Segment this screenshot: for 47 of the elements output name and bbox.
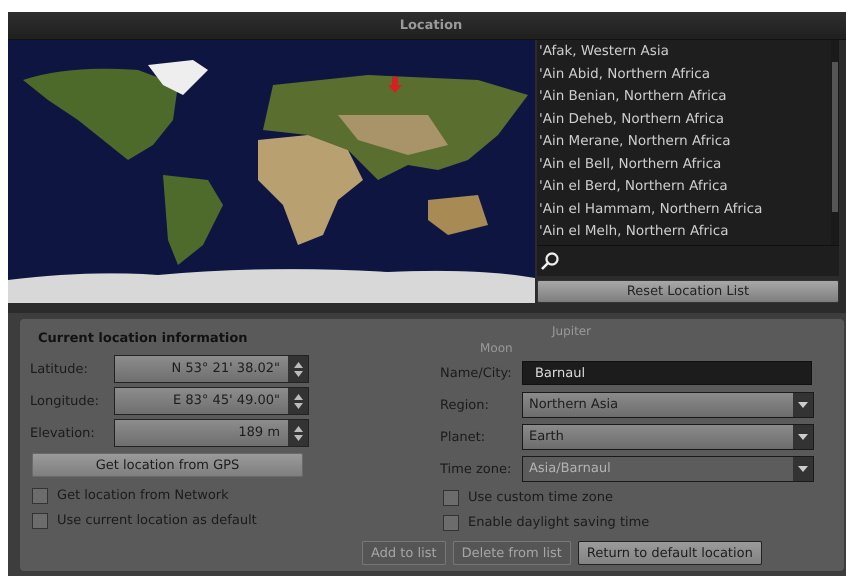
checkbox-label: Enable daylight saving time [468,515,650,530]
search-icon [540,251,560,271]
checkbox-label: Use current location as default [57,513,257,528]
location-list-item[interactable]: 'Ain Merane, Northern Africa [537,130,831,152]
dropdown-arrow-icon [798,402,808,408]
dropdown-arrow-icon [798,466,808,472]
checkbox[interactable] [32,512,48,528]
spin-box[interactable]: E 83° 45' 49.00" [114,387,309,415]
location-list-item[interactable]: 'Ain Benian, Northern Africa [537,85,831,108]
field-label: Name/City: [440,366,513,380]
location-list-item[interactable]: 'Ain el Berd, Northern Africa [537,175,831,198]
dropdown-arrow-icon [798,434,808,440]
sky-object-label: Jupiter [552,324,592,338]
section-heading: Current location information [38,331,249,346]
field-label: Time zone: [440,462,512,476]
spin-arrows-icon[interactable] [288,356,308,382]
reset-location-list-button[interactable]: Reset Location List [537,280,839,303]
location-marker-icon [388,77,402,93]
field-label: Longitude: [30,394,100,408]
checkbox-label: Get location from Network [57,488,229,503]
location-list-item[interactable]: 'Afak, Western Asia [537,40,831,62]
checkbox-label: Use custom time zone [468,490,613,505]
location-list-item[interactable]: 'Ain el Melh, Northern Africa [537,220,831,242]
search-field[interactable] [537,245,839,276]
dropdown[interactable]: Northern Asia [522,392,814,418]
spin-arrows-icon[interactable] [288,388,308,414]
location-list-item[interactable]: 'Ain el Hammam, Northern Africa [537,198,831,220]
location-list-item[interactable]: 'Ain Abid, Northern Africa [537,62,831,85]
checkbox[interactable] [32,488,48,504]
field-label: Planet: [440,430,486,444]
checkbox[interactable] [443,490,459,506]
checkbox[interactable] [443,514,459,530]
action-button[interactable]: Return to default location [578,541,762,565]
location-list-item[interactable]: 'Ain el Bell, Northern Africa [537,152,831,175]
field-label: Region: [440,398,490,412]
location-list-item[interactable]: 'Ain Deheb, Northern Africa [537,108,831,130]
dropdown[interactable]: Earth [522,424,814,450]
field-label: Latitude: [30,362,89,376]
spin-box[interactable]: N 53° 21' 38.02" [114,355,309,383]
field-label: Elevation: [30,426,96,440]
spin-box[interactable]: 189 m [114,419,309,447]
sky-object-label: Moon [480,341,513,355]
window-title: Location [400,18,462,33]
gps-button[interactable]: Get location from GPS [32,453,303,477]
spin-arrows-icon[interactable] [288,420,308,446]
scrollbar[interactable] [831,40,839,245]
name-city-field[interactable]: Barnaul [522,361,812,385]
